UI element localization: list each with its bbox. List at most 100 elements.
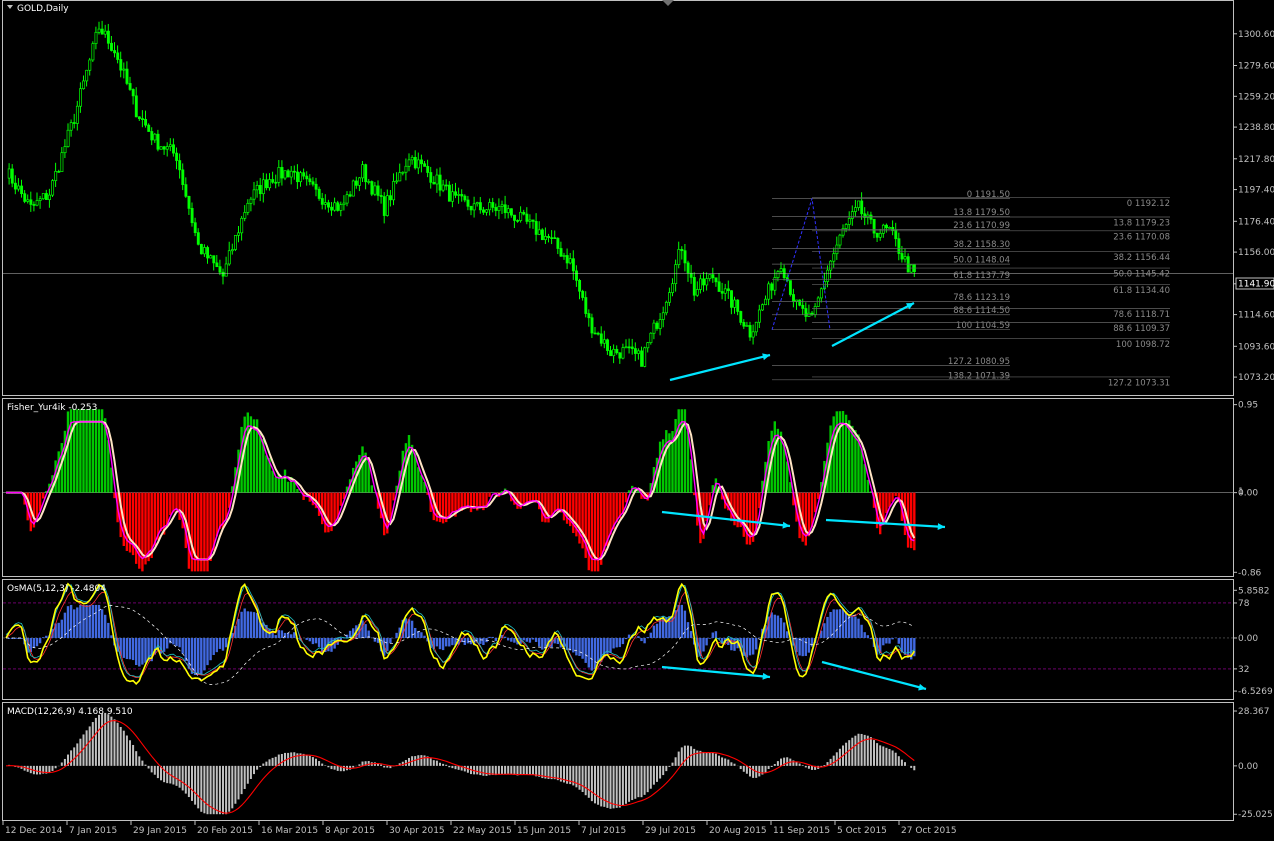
candle-body: [799, 300, 801, 305]
osma-bar: [448, 638, 450, 647]
candle-body: [718, 282, 720, 292]
candle-body: [830, 261, 832, 270]
osma-bar: [786, 631, 788, 638]
chart-canvas[interactable]: 0 1191.5013.8 1179.5023.6 1170.9938.2 11…: [0, 0, 1274, 837]
macd-bar: [417, 755, 419, 766]
candle-body: [265, 180, 267, 188]
osma-bar: [436, 638, 438, 646]
macd-bar: [89, 726, 91, 765]
osma-bar: [888, 638, 890, 644]
osma-bar: [408, 619, 410, 638]
macd-bar: [138, 756, 140, 765]
candle-body: [362, 165, 364, 178]
macd-bar: [343, 766, 345, 771]
macd-bar: [678, 752, 680, 766]
candle-body: [340, 205, 342, 211]
macd-bar: [476, 766, 478, 775]
date-tick-label: 7 Jul 2015: [581, 826, 626, 836]
osma-bar: [656, 624, 658, 638]
candle-body: [346, 195, 348, 203]
osma-bar: [451, 638, 453, 645]
osma-bar: [802, 638, 804, 656]
macd-bar: [163, 766, 165, 782]
trading-chart-window[interactable]: 0 1191.5013.8 1179.5023.6 1170.9938.2 11…: [0, 0, 1274, 837]
macd-bar: [510, 766, 512, 774]
candle-body: [641, 351, 643, 367]
osma-bar: [39, 638, 41, 643]
osma-bar: [445, 638, 447, 646]
osma-bar: [854, 617, 856, 638]
fisher-bar: [275, 477, 277, 492]
candle-body: [458, 194, 460, 195]
osma-bar: [247, 611, 249, 638]
candle-body: [498, 206, 500, 210]
macd-bar: [836, 752, 838, 766]
candle-body: [259, 185, 261, 193]
osma-bar: [690, 631, 692, 638]
scroll-marker-icon[interactable]: [662, 0, 674, 6]
macd-bar: [104, 713, 106, 766]
candle-body: [200, 244, 202, 254]
macd-bar: [575, 766, 577, 787]
candle-body: [554, 238, 556, 239]
candle-body: [833, 254, 835, 262]
candle-body: [551, 238, 553, 239]
fisher-bar: [814, 493, 816, 513]
candle-body: [436, 175, 438, 184]
macd-bar: [637, 766, 639, 797]
menu-triangle-icon[interactable]: [7, 5, 13, 9]
candle-body: [83, 81, 85, 89]
candle-body: [603, 340, 605, 344]
osma-bar: [318, 638, 320, 647]
candle-body: [309, 179, 311, 182]
osma-bar: [101, 609, 103, 638]
candle-body: [306, 176, 308, 179]
macd-bar: [501, 766, 503, 774]
osma-bar: [197, 638, 199, 675]
macd-bar: [312, 757, 314, 766]
macd-bar: [321, 764, 323, 766]
candle-body: [585, 298, 587, 314]
macd-bar: [216, 766, 218, 814]
candle-body: [836, 245, 838, 254]
osma-bar: [61, 620, 63, 638]
candle-body: [120, 60, 122, 71]
candle-body: [191, 208, 193, 222]
macd-signal-line: [6, 721, 914, 814]
macd-bar: [730, 762, 732, 766]
osma-bar: [482, 638, 484, 645]
candle-body: [622, 348, 624, 359]
macd-bar: [851, 738, 853, 766]
macd-bar: [582, 766, 584, 792]
fisher-bar: [138, 493, 140, 569]
macd-bar: [337, 766, 339, 771]
macd-bar: [913, 766, 915, 770]
fisher-bar: [417, 467, 419, 492]
osma-bar: [250, 612, 252, 638]
macd-bar: [653, 766, 655, 785]
candle-body: [86, 70, 88, 81]
candle-body: [879, 233, 881, 237]
candle-body: [315, 184, 317, 189]
macd-bar: [758, 766, 760, 777]
macd-bar: [585, 766, 587, 795]
candle-body: [293, 171, 295, 172]
macd-bar: [269, 759, 271, 766]
fib-label-right: 61.8 1134.40: [1113, 286, 1170, 296]
osma-bar: [811, 638, 813, 647]
osma-bar: [684, 611, 686, 638]
osma-bar: [898, 638, 900, 644]
macd-bar: [334, 766, 336, 770]
osma-bar: [705, 638, 707, 645]
candle-body: [371, 182, 373, 195]
fisher-bar: [178, 493, 180, 520]
macd-bar: [132, 745, 134, 766]
candle-body: [479, 203, 481, 210]
macd-bar: [172, 766, 174, 785]
macd-bar: [225, 766, 227, 814]
osma-bar: [504, 637, 506, 638]
price-panel-title: GOLD,Daily: [17, 4, 69, 14]
candle-body: [166, 147, 168, 150]
fisher-bar: [609, 493, 611, 535]
macd-bar: [777, 761, 779, 766]
